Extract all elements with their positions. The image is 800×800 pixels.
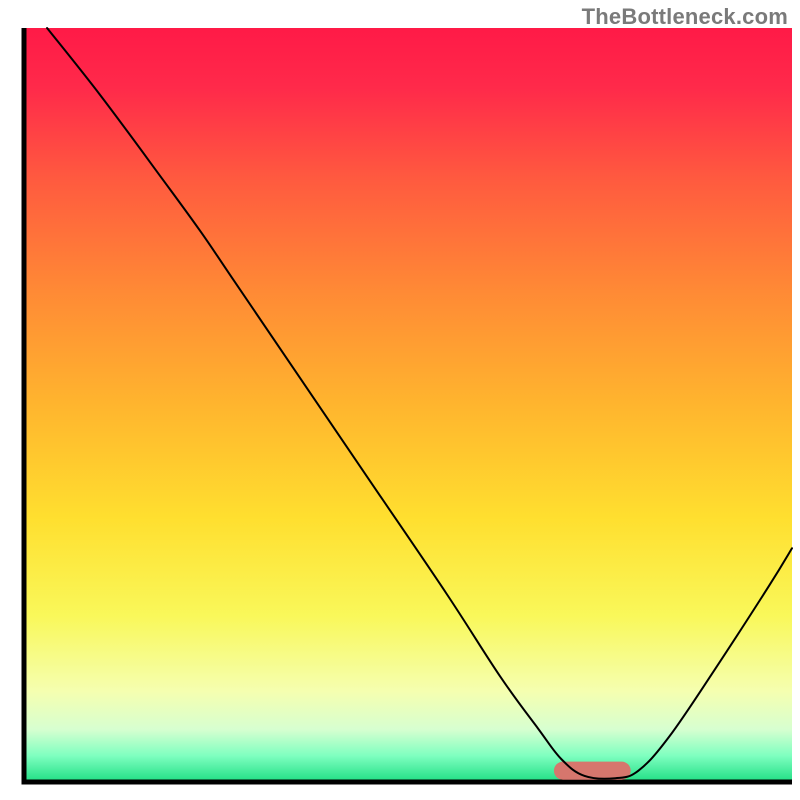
plot-background: [24, 28, 792, 782]
chart-container: TheBottleneck.com: [0, 0, 800, 800]
bottleneck-chart: [0, 0, 800, 800]
